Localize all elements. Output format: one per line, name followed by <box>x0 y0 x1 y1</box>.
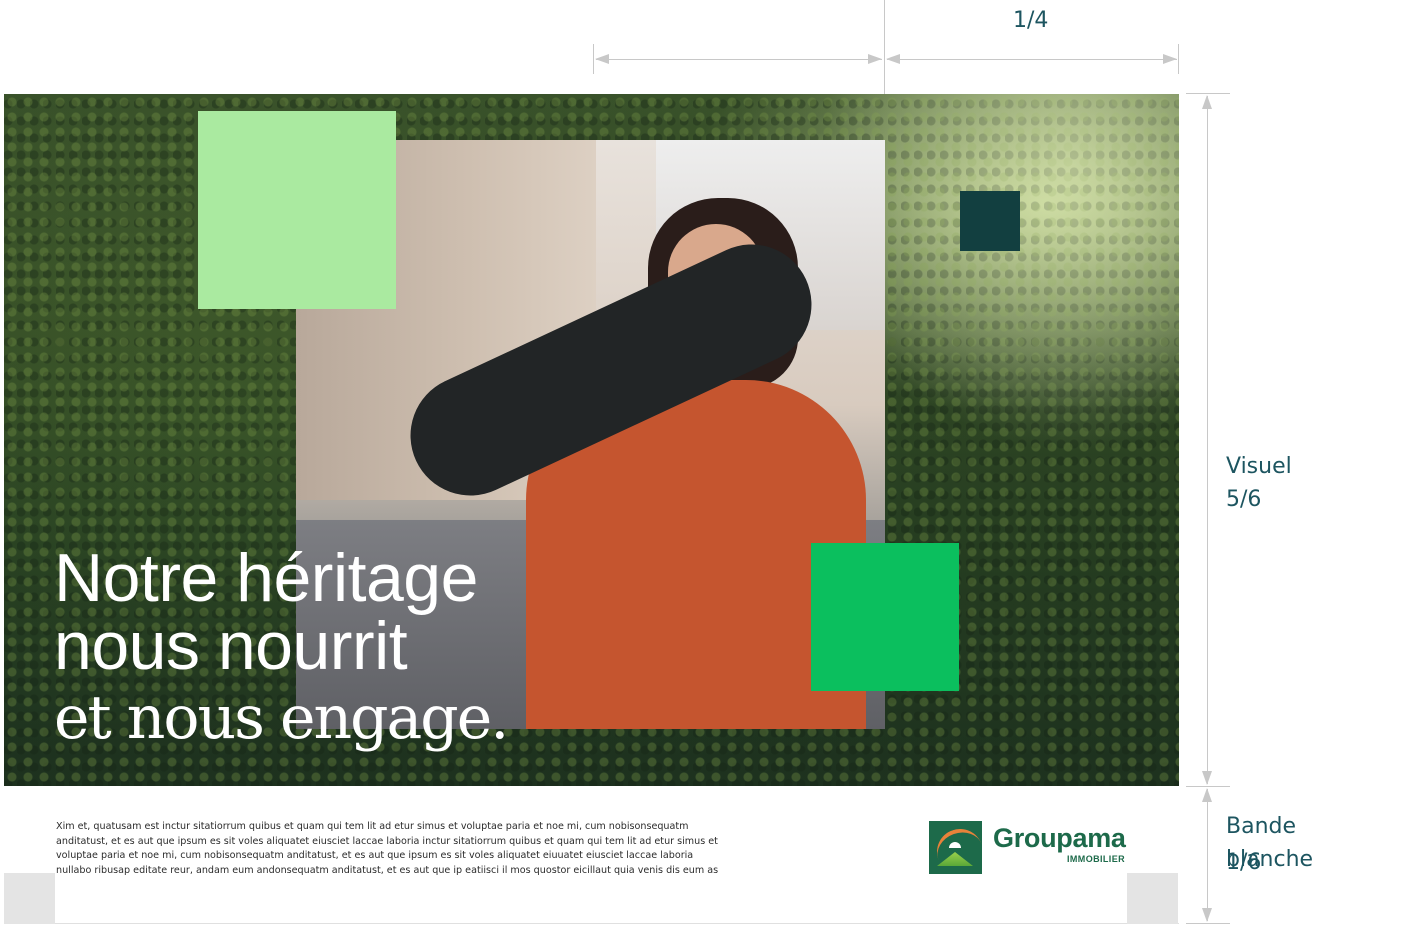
arrow-right-icon <box>868 54 882 64</box>
guide-tick-top <box>1186 93 1230 94</box>
guide-line-visual-span <box>1207 96 1208 784</box>
arrow-down-icon <box>1202 771 1212 785</box>
arrow-left-icon <box>886 54 900 64</box>
arrow-up-icon <box>1202 788 1212 802</box>
visual-label: Visuel 5/6 <box>1226 454 1292 512</box>
headline-line-3: et nous engage. <box>54 683 509 753</box>
groupama-logo: Groupama IMMOBILIER <box>929 821 1139 875</box>
light-green-square <box>198 111 396 309</box>
arrow-up-icon <box>1202 95 1212 109</box>
dark-teal-square <box>960 191 1020 251</box>
bright-green-square <box>811 543 959 691</box>
left-margin-block <box>4 873 55 924</box>
hero-visual: Notre héritage nous nourrit et nous enga… <box>4 94 1179 786</box>
guide-tick-bottom <box>1186 923 1230 924</box>
guide-tick-middle <box>1186 786 1230 787</box>
band-label-line2: 1/6 <box>1226 850 1262 875</box>
headline-line-1: Notre héritage <box>54 540 478 616</box>
headline: Notre héritage nous nourrit et nous enga… <box>54 540 509 753</box>
arrow-down-icon <box>1202 908 1212 922</box>
guide-line-right-span <box>887 59 1177 60</box>
guide-tick-left <box>593 44 594 74</box>
guide-line-band-span <box>1207 789 1208 921</box>
logo-sun <box>949 842 961 848</box>
right-margin-block <box>1127 873 1178 924</box>
logo-arc <box>930 822 982 874</box>
guide-tick-right <box>1178 44 1179 74</box>
logo-name: Groupama <box>993 823 1126 853</box>
body-copy: Xim et, quatusam est inctur sitatiorrum … <box>56 821 719 876</box>
top-fraction-label: 1/4 <box>1013 8 1049 33</box>
guide-tick-center <box>884 0 885 94</box>
headline-line-2: nous nourrit <box>54 608 408 684</box>
arrow-right-icon <box>1163 54 1177 64</box>
guide-line-left-span <box>596 59 882 60</box>
logo-subtitle: IMMOBILIER <box>1067 854 1125 864</box>
groupama-logo-icon <box>929 821 982 874</box>
arrow-left-icon <box>595 54 609 64</box>
